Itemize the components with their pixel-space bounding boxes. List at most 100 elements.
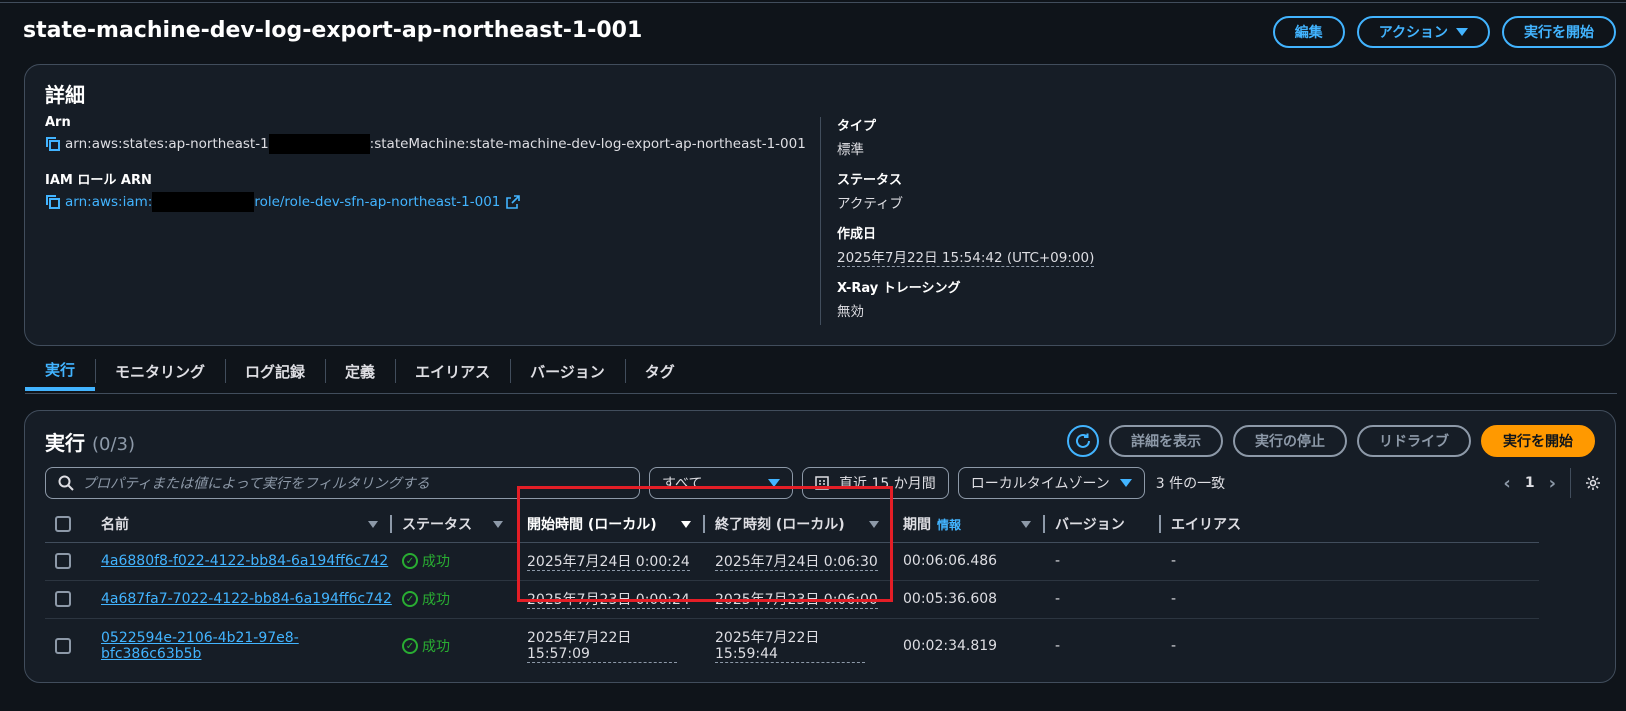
alias-cell: -	[1161, 580, 1539, 619]
redrive-button[interactable]: リドライブ	[1357, 425, 1471, 457]
start-clock: 15:57:09	[527, 645, 590, 662]
status-text: 成功	[422, 592, 450, 608]
executions-toolbar: 詳細を表示 実行の停止 リドライブ 実行を開始	[1067, 425, 1595, 457]
edit-button[interactable]: 編集	[1272, 16, 1345, 48]
row-select-cell	[45, 618, 91, 674]
col-duration-label: 期間	[903, 516, 931, 533]
header-actions: 編集 アクション 実行を開始	[1272, 16, 1616, 48]
col-status-header[interactable]: ステータス	[392, 506, 517, 543]
check-circle-icon: ✓	[402, 638, 418, 655]
arn-prefix: arn:aws:states:ap-northeast-1	[65, 136, 269, 152]
sort-icon	[1021, 521, 1031, 528]
tab-executions[interactable]: 実行	[25, 351, 96, 391]
search-icon	[58, 475, 74, 491]
col-duration-header[interactable]: 期間 情報	[893, 506, 1045, 543]
caret-down-icon	[1119, 479, 1132, 487]
status-success: ✓ 成功	[402, 551, 450, 571]
tab-underline	[25, 393, 1617, 394]
col-alias-header[interactable]: エイリアス	[1161, 506, 1539, 543]
arn-suffix: :stateMachine:state-machine-dev-log-expo…	[369, 136, 806, 152]
start-execution-button-primary[interactable]: 実行を開始	[1481, 425, 1595, 457]
xray-label: X-Ray トレーシング	[837, 281, 961, 296]
select-all-checkbox[interactable]	[55, 515, 71, 532]
end-clock: 15:59:44	[715, 645, 778, 662]
row-checkbox[interactable]	[55, 553, 71, 569]
iam-label: IAM ロール ARN	[45, 173, 152, 188]
duration-cell: 00:02:34.819	[903, 638, 998, 655]
row-checkbox[interactable]	[55, 638, 71, 655]
status-cell: ✓ 成功	[392, 542, 517, 581]
row-checkbox[interactable]	[55, 591, 71, 607]
arn-field: Arn arn:aws:states:ap-northeast-1 :state…	[45, 115, 806, 154]
pagination: ‹ 1 ›	[1503, 467, 1601, 499]
execution-link[interactable]: 4a687fa7-7022-4122-bb84-6a194ff6c742	[101, 591, 392, 607]
redacted-block	[268, 134, 370, 154]
row-select-cell	[45, 542, 91, 581]
refresh-button[interactable]	[1067, 425, 1099, 457]
execution-name-cell: 0522594e-2106-4b21-97e8-bfc386c63b5b	[91, 618, 392, 674]
select-all-header	[45, 506, 91, 543]
refresh-icon	[1076, 433, 1090, 448]
next-page-icon[interactable]: ›	[1549, 473, 1556, 494]
tab-tags[interactable]: タグ	[624, 351, 695, 391]
sort-icon	[368, 521, 378, 528]
tab-bar: 実行 モニタリング ログ記録 定義 エイリアス バージョン タグ	[25, 351, 695, 391]
match-count: 3 件の一致	[1155, 476, 1226, 492]
start-execution-button[interactable]: 実行を開始	[1502, 16, 1616, 48]
status-field: ステータス アクティブ	[837, 169, 903, 212]
highlight-annotation-box	[517, 486, 893, 602]
status-cell: ✓ 成功	[392, 580, 517, 619]
execution-name-cell: 4a6880f8-f022-4122-bb84-6a194ff6c742	[91, 542, 392, 581]
settings-gear-icon[interactable]	[1585, 475, 1601, 491]
search-placeholder: プロパティまたは値によって実行をフィルタリングする	[82, 476, 430, 492]
actions-label: アクション	[1378, 25, 1448, 41]
duration-info-link[interactable]: 情報	[937, 518, 961, 532]
start-time-cell: 2025年7月22日 15:57:09	[517, 618, 705, 674]
status-success: ✓ 成功	[402, 589, 450, 609]
iam-role-link[interactable]: arn:aws:iam: role/role-dev-sfn-ap-northe…	[45, 192, 521, 212]
details-heading: 詳細	[45, 83, 85, 107]
stop-execution-button[interactable]: 実行の停止	[1233, 425, 1347, 457]
timezone-value: ローカルタイムゾーン	[970, 476, 1110, 492]
type-label: タイプ	[837, 119, 877, 134]
details-panel: 詳細 Arn arn:aws:states:ap-northeast-1 :st…	[24, 64, 1616, 346]
tab-monitoring[interactable]: モニタリング	[95, 351, 225, 391]
status-value: アクティブ	[837, 196, 904, 212]
prev-page-icon[interactable]: ‹	[1503, 473, 1510, 494]
end-time-cell: 2025年7月22日 15:59:44	[705, 618, 893, 674]
top-border	[0, 2, 1626, 3]
execution-link[interactable]: 0522594e-2106-4b21-97e8-bfc386c63b5b	[101, 630, 299, 662]
type-value: 標準	[837, 142, 864, 158]
redacted-block	[152, 192, 255, 212]
end-date: 2025年7月22日	[715, 629, 820, 646]
timezone-select[interactable]: ローカルタイムゾーン	[957, 467, 1145, 499]
copy-icon[interactable]	[45, 136, 61, 152]
col-alias-label: エイリアス	[1171, 516, 1241, 533]
xray-field: X-Ray トレーシング 無効	[837, 277, 960, 320]
tab-logging[interactable]: ログ記録	[225, 351, 325, 391]
col-version-label: バージョン	[1055, 516, 1125, 533]
current-page[interactable]: 1	[1525, 475, 1535, 491]
xray-value: 無効	[837, 304, 864, 320]
created-label: 作成日	[837, 227, 877, 242]
column-divider	[820, 117, 821, 325]
col-name-label: 名前	[101, 516, 129, 533]
arn-label: Arn	[45, 115, 71, 130]
col-name-header[interactable]: 名前	[91, 506, 392, 543]
tab-aliases[interactable]: エイリアス	[395, 351, 510, 391]
start-date: 2025年7月22日	[527, 629, 632, 646]
status-success: ✓ 成功	[402, 636, 450, 656]
executions-title: 実行	[45, 431, 85, 455]
col-version-header[interactable]: バージョン	[1045, 506, 1161, 543]
view-details-button[interactable]: 詳細を表示	[1109, 425, 1223, 457]
start-time: 2025年7月22日 15:57:09	[527, 630, 677, 663]
actions-dropdown-button[interactable]: アクション	[1356, 16, 1490, 48]
duration-cell: 00:05:36.608	[893, 580, 1045, 619]
copy-icon[interactable]	[45, 194, 61, 210]
tab-versions[interactable]: バージョン	[510, 351, 625, 391]
created-value: 2025年7月22日 15:54:42 (UTC+09:00)	[837, 246, 1095, 267]
iam-role-field: IAM ロール ARN arn:aws:iam: role/role-dev-s…	[45, 169, 521, 212]
iam-suffix: role/role-dev-sfn-ap-northeast-1-001	[254, 194, 501, 210]
execution-link[interactable]: 4a6880f8-f022-4122-bb84-6a194ff6c742	[101, 553, 388, 569]
tab-definition[interactable]: 定義	[325, 351, 395, 391]
